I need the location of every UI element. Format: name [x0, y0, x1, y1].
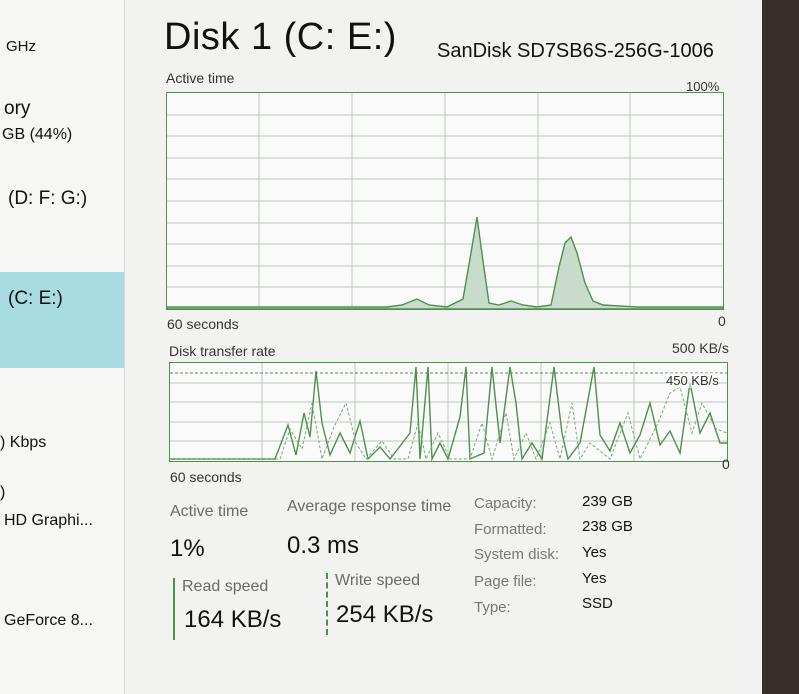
disk-detail-panel: Disk 1 (C: E:) SanDisk SD7SB6S-256G-1006…: [140, 0, 762, 694]
sidebar-item-label: GHz: [6, 38, 36, 55]
type-label: Type:: [474, 599, 511, 616]
avg-response-time-value: 0.3 ms: [287, 532, 360, 559]
system-disk-label: System disk:: [474, 546, 560, 563]
active-time-graph-duration: 60 seconds: [167, 316, 239, 332]
page-file-value: Yes: [582, 570, 607, 587]
sidebar-item-gpu-1[interactable]: GeForce 8...: [0, 600, 124, 640]
sidebar-item-disk-0[interactable]: (D: F: G:): [0, 180, 124, 220]
transfer-rate-threshold-label: 450 KB/s: [666, 373, 719, 388]
sidebar-item-label: ) Kbps: [0, 434, 47, 451]
active-time-graph-label: Active time: [166, 70, 235, 86]
active-time-value: 1%: [170, 535, 205, 562]
active-time-label: Active time: [170, 503, 249, 520]
sidebar-item-label: (D: F: G:): [8, 188, 88, 209]
sidebar-item-sublabel: GeForce 8...: [4, 612, 93, 629]
transfer-rate-graph-max: 500 KB/s: [672, 340, 729, 356]
read-speed-label: Read speed: [182, 578, 269, 595]
type-value: SSD: [582, 595, 613, 612]
write-speed-label: Write speed: [335, 572, 421, 589]
sidebar: GHz ory GB (44%) (D: F: G:) (C: E:) ) Kb…: [0, 0, 125, 694]
active-time-graph-min: 0: [718, 313, 726, 329]
sidebar-item-cpu[interactable]: GHz: [0, 30, 124, 64]
active-time-graph: [166, 92, 724, 310]
read-speed-value: 164 KB/s: [184, 606, 282, 633]
sidebar-item-gpu-0[interactable]: ) HD Graphi...: [0, 484, 124, 554]
sidebar-item-label: (C: E:): [8, 288, 63, 309]
formatted-value: 238 GB: [582, 518, 633, 535]
sidebar-item-disk-1[interactable]: (C: E:): [0, 272, 124, 368]
sidebar-item-sublabel: HD Graphi...: [4, 512, 93, 529]
system-disk-value: Yes: [582, 544, 607, 561]
sidebar-item-label: ory: [4, 98, 31, 119]
transfer-rate-graph-duration: 60 seconds: [170, 469, 242, 485]
page-file-label: Page file:: [474, 573, 537, 590]
transfer-rate-graph: 450 KB/s: [169, 362, 728, 462]
transfer-rate-graph-canvas: [170, 363, 727, 461]
write-speed-indicator: [326, 573, 328, 635]
transfer-rate-graph-label: Disk transfer rate: [169, 343, 276, 359]
write-speed-value: 254 KB/s: [336, 601, 434, 628]
sidebar-item-sublabel: GB (44%): [2, 126, 73, 143]
disk-model: SanDisk SD7SB6S-256G-1006: [437, 40, 714, 62]
sidebar-item-ethernet[interactable]: ) Kbps: [0, 426, 124, 460]
sidebar-item-memory[interactable]: ory GB (44%): [0, 96, 124, 156]
capacity-label: Capacity:: [474, 495, 537, 512]
active-time-graph-canvas: [167, 93, 723, 309]
capacity-value: 239 GB: [582, 493, 633, 510]
task-manager-window: GHz ory GB (44%) (D: F: G:) (C: E:) ) Kb…: [0, 0, 762, 694]
read-speed-indicator: [173, 578, 175, 640]
transfer-rate-graph-min: 0: [722, 456, 730, 472]
avg-response-time-label: Average response time: [287, 498, 452, 515]
page-title: Disk 1 (C: E:): [164, 16, 397, 58]
formatted-label: Formatted:: [474, 521, 547, 538]
sidebar-item-label: ): [0, 484, 6, 501]
